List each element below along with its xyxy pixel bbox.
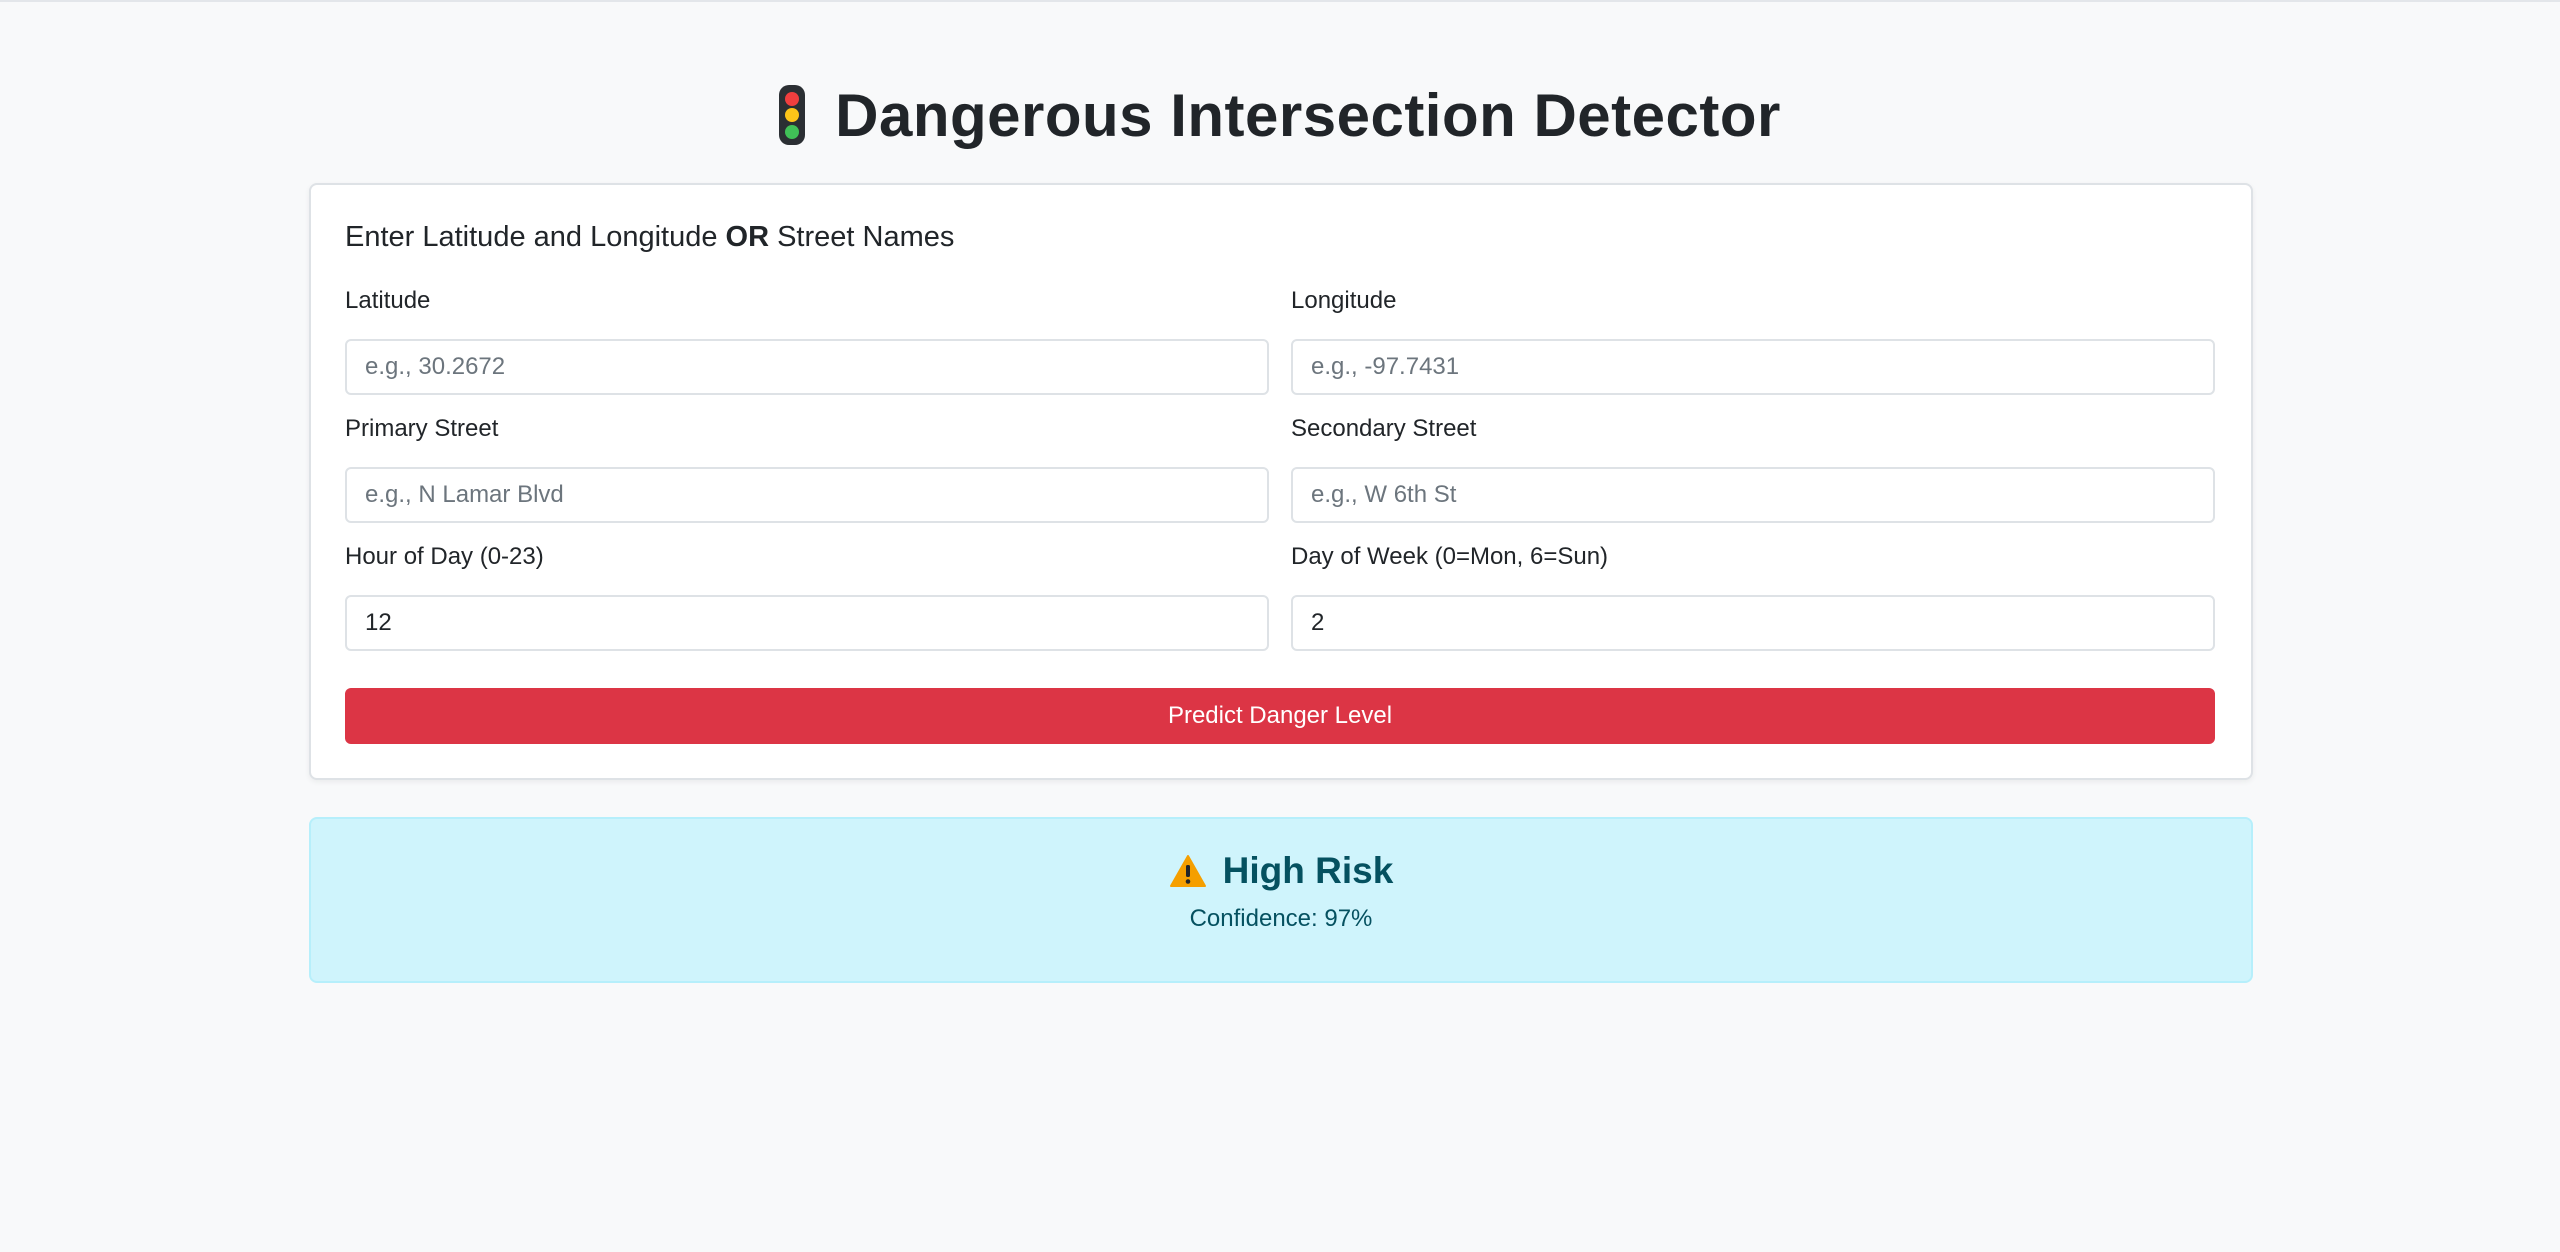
- secondary-street-label: Secondary Street: [1291, 415, 1477, 442]
- latitude-label: Latitude: [345, 287, 431, 314]
- page-title: Dangerous Intersection Detector: [835, 81, 1781, 149]
- day-field: Day of Week (0=Mon, 6=Sun): [1291, 539, 2215, 651]
- result-alert: High Risk Confidence: 97%: [309, 817, 2253, 983]
- form-heading-part2: Street Names: [769, 221, 955, 253]
- latitude-input[interactable]: [345, 339, 1269, 395]
- traffic-light-icon: [779, 85, 806, 145]
- day-label: Day of Week (0=Mon, 6=Sun): [1291, 543, 1609, 570]
- longitude-input[interactable]: [1291, 339, 2215, 395]
- longitude-field: Longitude: [1291, 283, 2215, 395]
- form-heading-part1: Enter Latitude and Longitude: [345, 221, 726, 253]
- form-heading: Enter Latitude and Longitude OR Street N…: [345, 221, 954, 254]
- input-form-card: Enter Latitude and Longitude OR Street N…: [309, 183, 2253, 780]
- confidence-text: Confidence: 97%: [1189, 905, 1373, 932]
- primary-street-field: Primary Street: [345, 411, 1269, 523]
- header: Dangerous Intersection Detector: [0, 68, 2560, 162]
- red-lamp: [785, 91, 800, 106]
- warning-icon: [1169, 855, 1206, 887]
- latitude-field: Latitude: [345, 283, 1269, 395]
- day-input[interactable]: [1291, 595, 2215, 651]
- result-heading: High Risk: [311, 843, 2251, 899]
- form-heading-or: OR: [725, 221, 770, 253]
- yellow-lamp: [785, 108, 800, 122]
- primary-street-input[interactable]: [345, 467, 1269, 523]
- hour-input[interactable]: [345, 595, 1269, 651]
- green-lamp: [785, 124, 800, 139]
- primary-street-label: Primary Street: [345, 415, 499, 442]
- risk-level: High Risk: [1222, 850, 1394, 891]
- predict-button[interactable]: Predict Danger Level: [345, 688, 2215, 744]
- secondary-street-field: Secondary Street: [1291, 411, 2215, 523]
- page: Dangerous Intersection Detector Enter La…: [0, 0, 2560, 1252]
- hour-field: Hour of Day (0-23): [345, 539, 1269, 651]
- secondary-street-input[interactable]: [1291, 467, 2215, 523]
- hour-label: Hour of Day (0-23): [345, 543, 544, 570]
- longitude-label: Longitude: [1291, 287, 1397, 314]
